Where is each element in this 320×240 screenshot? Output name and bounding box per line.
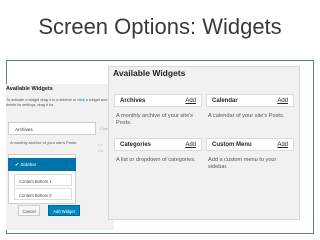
widget-description: A list or dropdown of categories.	[116, 157, 196, 163]
slide-title: Screen Options: Widgets	[38, 14, 282, 39]
sidebar-option-selected[interactable]: ✔ Sidebar	[8, 158, 76, 171]
widget-calendar[interactable]: Calendar Add	[206, 94, 294, 107]
widget-name: Calendar	[212, 98, 238, 104]
add-widget-button[interactable]: Add Widget	[48, 205, 80, 216]
check-icon: ✔	[15, 162, 20, 168]
widget-description: A monthly archive of your site's Posts.	[116, 113, 193, 126]
widget-archives-description-small: A monthly archive of your site's Posts.	[10, 140, 78, 145]
widget-description: A calendar of your site's Posts.	[208, 113, 285, 119]
widget-partial-text: Lo Ca	[98, 142, 104, 153]
available-widgets-description: To activate a widget drag it to a sideba…	[6, 98, 110, 108]
widget-calendar-partial: Cale	[100, 126, 109, 131]
description-start: To activate a widget drag it to a sideba…	[6, 98, 77, 102]
add-link[interactable]: Add	[277, 142, 288, 148]
sidebar-option-content-bottom-1[interactable]: Content Bottom 1	[14, 174, 72, 186]
widget-archives[interactable]: Archives Add	[114, 94, 202, 107]
sidebar-option-label: Sidebar	[20, 162, 37, 167]
sidebar-option-content-bottom-2[interactable]: Content Bottom 2	[14, 188, 72, 200]
description-highlight: click	[77, 98, 85, 102]
widget-name: Categories	[120, 142, 152, 148]
widget-categories[interactable]: Categories Add	[114, 138, 202, 151]
add-link[interactable]: Add	[277, 98, 288, 104]
add-link[interactable]: Add	[185, 98, 196, 104]
available-widgets-heading-small: Available Widgets	[6, 86, 53, 92]
available-widgets-heading: Available Widgets	[113, 68, 186, 78]
cancel-button[interactable]: Cancel	[18, 205, 40, 216]
widget-description: Add a custom menu to your sidebar.	[208, 157, 277, 170]
widget-archives-small[interactable]: Archives	[8, 122, 96, 135]
add-link[interactable]: Add	[185, 142, 196, 148]
widget-name: Archives	[120, 98, 146, 104]
widget-name: Custom Menu	[212, 142, 252, 148]
widget-custom-menu[interactable]: Custom Menu Add	[206, 138, 294, 151]
